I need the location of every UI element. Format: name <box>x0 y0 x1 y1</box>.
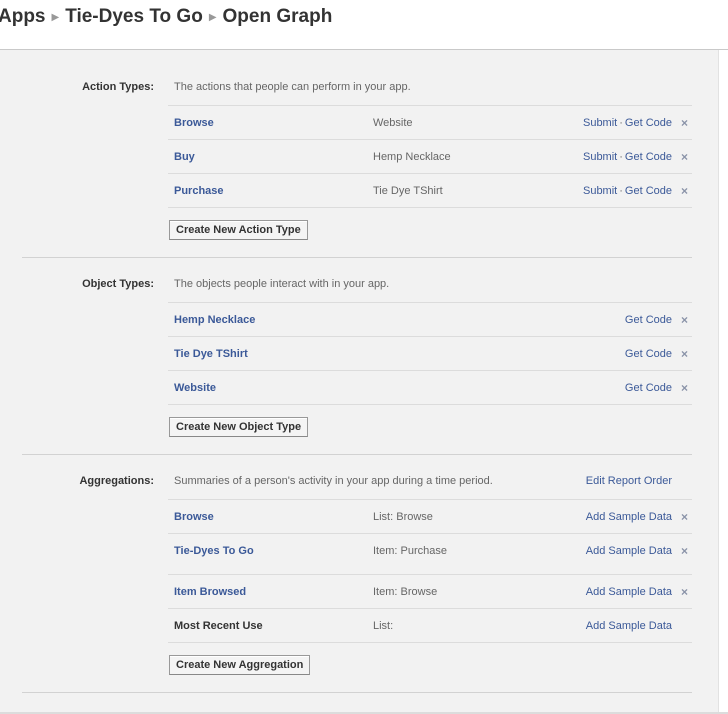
page-header: Apps ▶ Tie-Dyes To Go ▶ Open Graph <box>0 0 728 50</box>
row-actions: Add Sample Data <box>586 545 672 557</box>
object-type-row: Hemp Necklace Get Code × <box>168 302 692 337</box>
remove-icon[interactable]: × <box>681 116 688 130</box>
create-new-object-type-button[interactable]: Create New Object Type <box>169 417 309 437</box>
submit-link[interactable]: Submit <box>583 117 617 129</box>
aggregation-name[interactable]: Item Browsed <box>174 586 246 598</box>
create-new-aggregation-button[interactable]: Create New Aggregation <box>169 655 311 675</box>
row-actions: Submit · Get Code <box>582 185 672 197</box>
object-types-description: The objects people interact with in your… <box>174 278 390 290</box>
remove-icon[interactable]: × <box>681 544 688 558</box>
open-graph-panel: Action Types: The actions that people ca… <box>0 50 719 712</box>
row-actions: Submit · Get Code <box>582 151 672 163</box>
create-new-action-type-button[interactable]: Create New Action Type <box>169 220 308 240</box>
aggregation-row: Item Browsed Item: Browse Add Sample Dat… <box>168 574 692 609</box>
aggregations-description: Summaries of a person's activity in your… <box>174 475 493 487</box>
aggregation-detail: List: Browse <box>373 511 433 523</box>
row-actions: Add Sample Data <box>586 511 672 523</box>
object-type-name[interactable]: Website <box>174 382 216 394</box>
object-type-row: Tie Dye TShirt Get Code × <box>168 336 692 371</box>
edit-report-order-link[interactable]: Edit Report Order <box>586 475 672 487</box>
submit-link[interactable]: Submit <box>583 151 617 163</box>
action-type-row: Buy Hemp Necklace Submit · Get Code × <box>168 139 692 174</box>
breadcrumb-apps[interactable]: Apps <box>0 6 46 27</box>
action-type-name[interactable]: Buy <box>174 151 195 163</box>
breadcrumb-app[interactable]: Tie-Dyes To Go <box>65 6 203 27</box>
remove-icon[interactable]: × <box>681 510 688 524</box>
aggregations-label: Aggregations: <box>79 475 154 487</box>
object-type-row: Website Get Code × <box>168 370 692 405</box>
row-actions: Add Sample Data <box>586 620 672 632</box>
aggregation-row: Browse List: Browse Add Sample Data × <box>168 499 692 534</box>
breadcrumb-arrow-icon: ▶ <box>51 12 60 23</box>
add-sample-data-link[interactable]: Add Sample Data <box>586 620 672 632</box>
breadcrumb-arrow-icon: ▶ <box>208 12 217 23</box>
object-types-label: Object Types: <box>82 278 154 290</box>
section-divider <box>22 454 692 455</box>
get-code-link[interactable]: Get Code <box>625 185 672 197</box>
add-sample-data-link[interactable]: Add Sample Data <box>586 511 672 523</box>
object-type-name[interactable]: Hemp Necklace <box>174 314 255 326</box>
action-types-description: The actions that people can perform in y… <box>174 81 411 93</box>
remove-icon[interactable]: × <box>681 347 688 361</box>
aggregation-name[interactable]: Browse <box>174 511 214 523</box>
row-actions: Add Sample Data <box>586 586 672 598</box>
section-divider <box>22 257 692 258</box>
remove-icon[interactable]: × <box>681 381 688 395</box>
add-sample-data-link[interactable]: Add Sample Data <box>586 545 672 557</box>
action-type-object: Website <box>373 117 413 129</box>
action-type-row: Purchase Tie Dye TShirt Submit · Get Code … <box>168 173 692 208</box>
get-code-link[interactable]: Get Code <box>625 314 672 326</box>
aggregation-detail: List: <box>373 620 394 632</box>
action-type-name[interactable]: Purchase <box>174 185 224 197</box>
action-type-row: Browse Website Submit · Get Code × <box>168 105 692 140</box>
row-actions: Get Code <box>625 314 672 326</box>
get-code-link[interactable]: Get Code <box>625 117 672 129</box>
aggregation-row: Tie-Dyes To Go Item: Purchase Add Sample… <box>168 533 692 574</box>
object-type-name[interactable]: Tie Dye TShirt <box>174 348 248 360</box>
page-title: Open Graph <box>222 6 333 27</box>
get-code-link[interactable]: Get Code <box>625 348 672 360</box>
get-code-link[interactable]: Get Code <box>625 151 672 163</box>
remove-icon[interactable]: × <box>681 150 688 164</box>
row-divider <box>168 207 692 208</box>
row-actions: Submit · Get Code <box>582 117 672 129</box>
action-type-object: Tie Dye TShirt <box>373 185 443 197</box>
action-type-object: Hemp Necklace <box>373 151 451 163</box>
remove-icon[interactable]: × <box>681 585 688 599</box>
aggregation-detail: Item: Purchase <box>373 545 447 557</box>
aggregation-name: Most Recent Use <box>174 620 263 632</box>
row-actions: Get Code <box>625 348 672 360</box>
breadcrumb: Apps ▶ Tie-Dyes To Go ▶ Open Graph <box>0 6 332 28</box>
row-divider <box>168 642 692 643</box>
action-type-name[interactable]: Browse <box>174 117 214 129</box>
add-sample-data-link[interactable]: Add Sample Data <box>586 586 672 598</box>
remove-icon[interactable]: × <box>681 313 688 327</box>
aggregation-name[interactable]: Tie-Dyes To Go <box>174 545 254 557</box>
remove-icon[interactable]: × <box>681 184 688 198</box>
row-divider <box>168 404 692 405</box>
aggregation-detail: Item: Browse <box>373 586 438 598</box>
submit-link[interactable]: Submit <box>583 185 617 197</box>
aggregation-row: Most Recent Use List: Add Sample Data <box>168 608 692 643</box>
section-divider <box>22 692 692 693</box>
row-actions: Get Code <box>625 382 672 394</box>
action-types-label: Action Types: <box>82 81 154 93</box>
get-code-link[interactable]: Get Code <box>625 382 672 394</box>
